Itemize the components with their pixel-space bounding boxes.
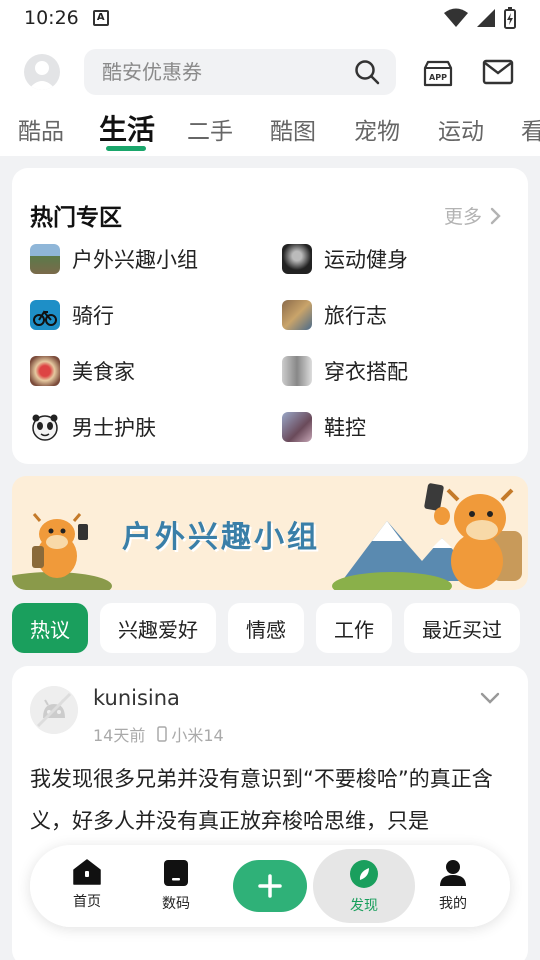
nav-mine-label: 我的 bbox=[439, 896, 467, 912]
post-meta: 14天前 小米14 bbox=[93, 722, 224, 746]
tab-secondhand[interactable]: 二手 bbox=[187, 112, 233, 146]
main-content: 热门专区 更多 户外兴趣小组 运动健身 骑行 旅行志 美食家 穿衣搭配 男士护肤… bbox=[0, 156, 540, 960]
compass-icon bbox=[350, 860, 378, 888]
hot-item-label: 户外兴趣小组 bbox=[72, 248, 198, 272]
hot-item-skincare[interactable]: 男士护肤 bbox=[30, 412, 156, 442]
mail-icon[interactable] bbox=[482, 58, 514, 86]
search-bar[interactable] bbox=[84, 49, 396, 95]
chevron-down-icon[interactable] bbox=[480, 692, 500, 704]
nav-discover-label: 发现 bbox=[350, 898, 378, 914]
fashion-thumb-icon bbox=[282, 356, 312, 386]
tab-kupin[interactable]: 酷品 bbox=[18, 112, 64, 146]
hot-item-outdoor[interactable]: 户外兴趣小组 bbox=[30, 244, 198, 274]
top-header: APP 酷品 生活 二手 酷图 宠物 运动 看 bbox=[0, 36, 540, 156]
chevron-right-icon bbox=[490, 207, 501, 224]
post-username[interactable]: kunisina bbox=[93, 686, 180, 710]
nav-home-label: 首页 bbox=[73, 894, 101, 910]
more-link[interactable]: 更多 bbox=[444, 202, 502, 229]
post-device-label: 小米14 bbox=[171, 726, 224, 745]
battery-icon bbox=[504, 7, 516, 29]
chip-hot[interactable]: 热议 bbox=[12, 603, 88, 653]
tab-life[interactable]: 生活 bbox=[99, 108, 155, 148]
home-icon bbox=[73, 859, 101, 885]
left-cow-mascot bbox=[32, 513, 88, 578]
chip-hobbies[interactable]: 兴趣爱好 bbox=[100, 603, 216, 653]
panda-thumb-icon bbox=[30, 412, 60, 442]
hot-item-label: 运动健身 bbox=[324, 248, 408, 272]
post-time: 14天前 bbox=[93, 726, 146, 745]
keyboard-notification-icon: A bbox=[92, 10, 109, 26]
active-tab-indicator bbox=[106, 146, 146, 151]
add-post-button[interactable] bbox=[233, 860, 307, 912]
tab-sports[interactable]: 运动 bbox=[438, 112, 484, 146]
banner-title: 户外兴趣小组 bbox=[122, 520, 320, 555]
post-device: 小米14 bbox=[157, 722, 224, 746]
avatar-placeholder-icon bbox=[28, 61, 56, 90]
hot-item-label: 男士护肤 bbox=[72, 416, 156, 440]
chip-emotion[interactable]: 情感 bbox=[228, 603, 304, 653]
wifi-icon bbox=[444, 8, 468, 27]
hot-item-fitness[interactable]: 运动健身 bbox=[282, 244, 408, 274]
hot-zone-card: 热门专区 更多 户外兴趣小组 运动健身 骑行 旅行志 美食家 穿衣搭配 男士护肤… bbox=[12, 168, 528, 464]
plus-icon bbox=[258, 874, 282, 898]
status-icons bbox=[444, 7, 516, 29]
nav-digital[interactable]: 数码 bbox=[146, 859, 206, 913]
tab-kutu[interactable]: 酷图 bbox=[270, 112, 316, 146]
shoe-thumb-icon bbox=[282, 412, 312, 442]
hot-item-travel[interactable]: 旅行志 bbox=[282, 300, 387, 330]
food-thumb-icon bbox=[30, 356, 60, 386]
search-input[interactable] bbox=[102, 60, 342, 84]
filter-chips: 热议 兴趣爱好 情感 工作 最近买过 bbox=[12, 603, 520, 653]
bottom-navigation: 首页 数码 发现 我的 bbox=[30, 845, 510, 927]
travel-thumb-icon bbox=[282, 300, 312, 330]
nav-mine[interactable]: 我的 bbox=[423, 859, 483, 913]
svg-text:APP: APP bbox=[429, 73, 447, 82]
more-label: 更多 bbox=[443, 206, 482, 228]
user-avatar[interactable] bbox=[24, 54, 60, 90]
hot-item-fashion[interactable]: 穿衣搭配 bbox=[282, 356, 408, 386]
hot-item-label: 穿衣搭配 bbox=[324, 360, 408, 384]
hot-item-cycling[interactable]: 骑行 bbox=[30, 300, 114, 330]
hot-item-label: 美食家 bbox=[72, 360, 135, 384]
tab-watch[interactable]: 看 bbox=[521, 112, 540, 146]
bike-thumb-icon bbox=[30, 300, 60, 330]
post-body: 我发现很多兄弟并没有意识到“不要梭哈”的真正含义，好多人并没有真正放弃梭哈思维，… bbox=[30, 767, 493, 833]
gym-thumb-icon bbox=[282, 244, 312, 274]
tab-pets[interactable]: 宠物 bbox=[354, 112, 400, 146]
mountain-thumb-icon bbox=[30, 244, 60, 274]
hot-item-food[interactable]: 美食家 bbox=[30, 356, 135, 386]
status-bar: 10:26 A bbox=[0, 0, 540, 36]
search-icon[interactable] bbox=[354, 59, 380, 85]
hot-item-label: 旅行志 bbox=[324, 304, 387, 328]
hot-zone-title: 热门专区 bbox=[30, 205, 122, 231]
promo-banner[interactable]: 户外兴趣小组 bbox=[12, 476, 528, 590]
android-avatar-icon bbox=[30, 686, 78, 734]
hot-item-label: 骑行 bbox=[72, 304, 114, 328]
category-tabs: 酷品 生活 二手 酷图 宠物 运动 看 bbox=[0, 106, 540, 154]
chip-work[interactable]: 工作 bbox=[316, 603, 392, 653]
hot-item-shoes[interactable]: 鞋控 bbox=[282, 412, 366, 442]
person-icon bbox=[440, 860, 466, 886]
signal-icon bbox=[477, 9, 495, 27]
nav-discover[interactable]: 发现 bbox=[334, 859, 394, 915]
app-store-icon[interactable]: APP bbox=[422, 56, 454, 88]
nav-digital-label: 数码 bbox=[162, 896, 190, 912]
post-avatar[interactable] bbox=[30, 686, 78, 734]
device-icon bbox=[164, 860, 188, 886]
phone-icon bbox=[157, 726, 168, 742]
chip-recent-buy[interactable]: 最近买过 bbox=[404, 603, 520, 653]
nav-home[interactable]: 首页 bbox=[57, 859, 117, 911]
hot-item-label: 鞋控 bbox=[324, 416, 366, 440]
status-time: 10:26 bbox=[24, 7, 79, 29]
